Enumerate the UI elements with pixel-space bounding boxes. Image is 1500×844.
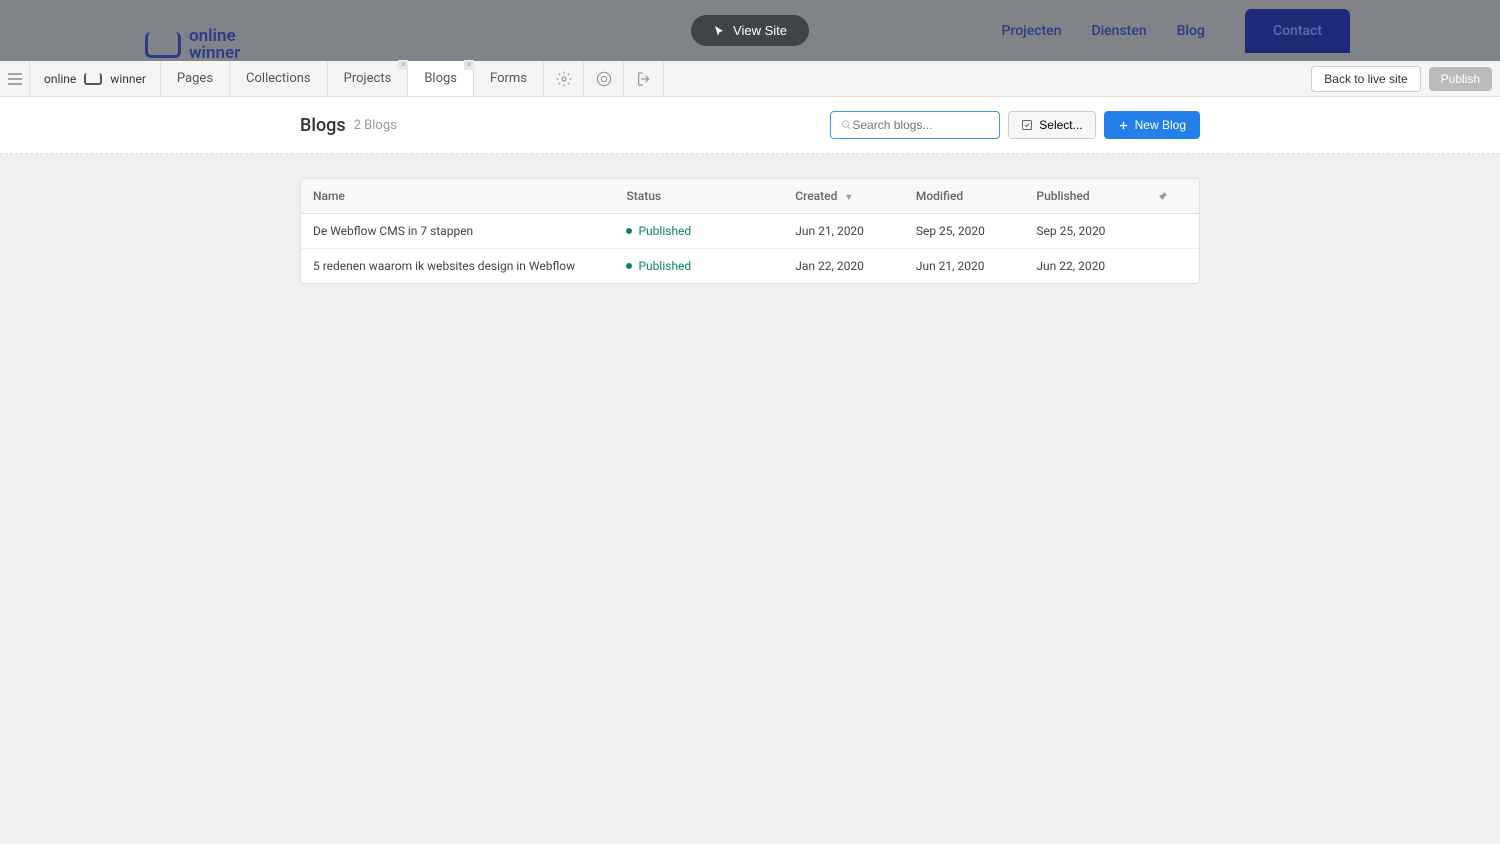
help-icon <box>596 71 612 87</box>
cell-modified: Sep 25, 2020 <box>916 224 1037 238</box>
plus-icon <box>1118 120 1129 131</box>
tab-collections[interactable]: Collections <box>230 61 328 96</box>
close-icon[interactable]: ✕ <box>464 60 474 70</box>
col-modified[interactable]: Modified <box>916 189 1037 203</box>
brand-right: winner <box>110 72 146 86</box>
publish-button[interactable]: Publish <box>1429 67 1492 91</box>
col-created[interactable]: Created ▼ <box>795 189 916 203</box>
search-input[interactable] <box>852 118 989 132</box>
tab-label: Blogs <box>424 71 457 86</box>
col-status[interactable]: Status <box>626 189 795 203</box>
cell-modified: Jun 21, 2020 <box>916 259 1037 273</box>
sort-desc-icon: ▼ <box>844 193 853 203</box>
brand-tab[interactable]: online winner <box>30 61 161 96</box>
logout-tab[interactable] <box>624 61 664 96</box>
help-tab[interactable] <box>584 61 624 96</box>
cell-created: Jun 21, 2020 <box>795 224 916 238</box>
tab-label: Pages <box>177 71 213 86</box>
select-label: Select... <box>1039 118 1082 132</box>
site-preview-header: online winner View Site Projecten Dienst… <box>0 0 1500 61</box>
site-nav: Projecten Diensten Blog Contact <box>1002 9 1350 53</box>
cursor-icon <box>713 25 725 37</box>
new-label: New Blog <box>1135 118 1186 132</box>
search-icon <box>841 119 852 131</box>
settings-tab[interactable] <box>544 61 584 96</box>
view-site-label: View Site <box>733 23 787 38</box>
cell-name: 5 redenen waarom ik websites design in W… <box>313 259 626 273</box>
view-site-button[interactable]: View Site <box>691 15 809 46</box>
brand-left: online <box>44 72 76 86</box>
checkbox-icon <box>1021 119 1033 131</box>
cell-created: Jan 22, 2020 <box>795 259 916 273</box>
table-row[interactable]: De Webflow CMS in 7 stappen Published Ju… <box>301 214 1199 249</box>
editor-toolbar: online winner Pages Collections Projects… <box>0 61 1500 97</box>
brand-mini-logo-icon <box>84 73 102 85</box>
status-dot-icon <box>626 228 632 234</box>
page-header: Blogs 2 Blogs Select... New Blog <box>0 97 1500 154</box>
tab-blogs[interactable]: Blogs ✕ <box>408 61 474 96</box>
tab-projects[interactable]: Projects ✕ <box>328 61 409 96</box>
cell-status: Published <box>626 224 795 238</box>
cell-published: Jun 22, 2020 <box>1036 259 1157 273</box>
close-icon[interactable]: ✕ <box>398 60 408 70</box>
blogs-table: Name Status Created ▼ Modified Published… <box>300 178 1200 284</box>
page-count: 2 Blogs <box>354 118 397 133</box>
tab-pages[interactable]: Pages <box>161 61 230 96</box>
logout-icon <box>636 71 652 87</box>
logo-icon <box>145 32 181 58</box>
site-logo: online winner <box>145 28 240 62</box>
search-box[interactable] <box>830 111 1000 139</box>
tab-label: Forms <box>490 71 527 86</box>
tab-forms[interactable]: Forms <box>474 61 544 96</box>
logo-text-bottom: winner <box>189 45 240 62</box>
hamburger-menu[interactable] <box>0 61 30 96</box>
cell-published: Sep 25, 2020 <box>1036 224 1157 238</box>
page-title: Blogs <box>300 115 346 136</box>
pin-icon[interactable] <box>1157 190 1187 202</box>
hamburger-icon <box>8 73 22 85</box>
cell-name: De Webflow CMS in 7 stappen <box>313 224 626 238</box>
nav-contact[interactable]: Contact <box>1245 9 1350 53</box>
table-header-row: Name Status Created ▼ Modified Published <box>301 179 1199 214</box>
tab-label: Projects <box>344 71 392 86</box>
nav-diensten[interactable]: Diensten <box>1091 23 1146 39</box>
tab-label: Collections <box>246 71 311 86</box>
nav-projecten[interactable]: Projecten <box>1002 23 1062 39</box>
back-to-live-site-button[interactable]: Back to live site <box>1311 66 1420 92</box>
col-published[interactable]: Published <box>1036 189 1157 203</box>
cell-status: Published <box>626 259 795 273</box>
status-dot-icon <box>626 263 632 269</box>
new-blog-button[interactable]: New Blog <box>1104 111 1200 139</box>
table-row[interactable]: 5 redenen waarom ik websites design in W… <box>301 249 1199 283</box>
select-button[interactable]: Select... <box>1008 111 1095 139</box>
nav-blog[interactable]: Blog <box>1177 23 1205 39</box>
col-name[interactable]: Name <box>313 189 626 203</box>
gear-icon <box>556 71 572 87</box>
